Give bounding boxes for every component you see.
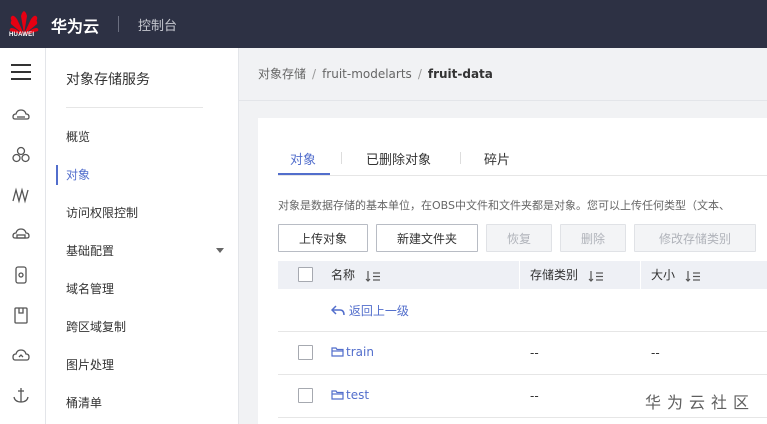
sidebar-item-access-control[interactable]: 访问权限控制 — [66, 203, 226, 223]
size-cell: -- — [651, 346, 660, 360]
column-label: 大小 — [651, 268, 676, 282]
delete-button[interactable]: 删除 — [560, 224, 626, 252]
folder-name: test — [346, 388, 370, 402]
tabs-baseline — [278, 175, 767, 176]
sidebar-item-bucket-inventory[interactable]: 桶清单 — [66, 393, 226, 413]
column-divider — [519, 261, 520, 289]
breadcrumb-item-bucket[interactable]: fruit-modelarts — [322, 67, 412, 81]
sidebar-item-basic-config[interactable]: 基础配置 — [66, 241, 226, 261]
row-divider — [278, 417, 767, 418]
tab-divider — [460, 152, 461, 164]
anchor-icon[interactable] — [11, 385, 31, 405]
breadcrumb-item-current: fruit-data — [427, 67, 493, 81]
header-divider — [118, 16, 119, 32]
column-label: 名称 — [331, 268, 356, 282]
sidebar-item-image-processing[interactable]: 图片处理 — [66, 355, 226, 375]
folder-name: train — [346, 345, 374, 359]
storage-class-cell: -- — [530, 389, 539, 403]
sort-icon[interactable] — [365, 270, 381, 282]
back-arrow-icon — [330, 305, 345, 316]
tab-objects[interactable]: 对象 — [290, 149, 316, 168]
objects-description: 对象是数据存储的基本单位，在OBS中文件和文件夹都是对象。您可以上传任何类型（文… — [278, 199, 730, 212]
active-tab-underline — [278, 173, 330, 175]
logo-text: HUAWEI — [9, 32, 35, 38]
brand-title[interactable]: 华为云 — [51, 13, 99, 37]
breadcrumb-item-obs[interactable]: 对象存储 — [258, 67, 306, 81]
tab-fragments[interactable]: 碎片 — [484, 149, 510, 168]
upload-object-button[interactable]: 上传对象 — [278, 224, 368, 252]
folder-link-test[interactable]: test — [331, 388, 369, 402]
sidebar-item-cross-region-replication[interactable]: 跨区域复制 — [66, 317, 226, 337]
breadcrumb-separator: / — [417, 67, 422, 81]
chevron-down-icon[interactable] — [216, 248, 224, 253]
column-header-name[interactable]: 名称 — [331, 261, 381, 289]
tab-divider — [341, 152, 342, 164]
database-icon[interactable] — [11, 225, 31, 245]
sort-icon[interactable] — [588, 270, 604, 282]
cluster-icon[interactable] — [11, 145, 31, 165]
breadcrumb-divider — [239, 100, 767, 101]
change-storage-class-button[interactable]: 修改存储类别 — [634, 224, 756, 252]
restore-button[interactable]: 恢复 — [486, 224, 552, 252]
back-to-parent-link[interactable]: 返回上一级 — [330, 302, 409, 319]
sort-icon[interactable] — [685, 270, 701, 282]
sidebar-item-objects[interactable]: 对象 — [66, 165, 226, 185]
mobile-icon[interactable] — [11, 305, 31, 325]
select-all-checkbox[interactable] — [298, 267, 313, 282]
column-label: 存储类别 — [530, 268, 579, 282]
watermark: 华为云社区 — [645, 393, 756, 412]
folder-link-train[interactable]: train — [331, 345, 374, 359]
row-divider — [278, 331, 767, 332]
network-icon[interactable] — [11, 185, 31, 205]
tab-deleted-objects[interactable]: 已删除对象 — [366, 149, 431, 168]
storage-device-icon[interactable] — [11, 265, 31, 285]
row-checkbox[interactable] — [298, 388, 313, 403]
row-checkbox[interactable] — [298, 345, 313, 360]
storage-class-cell: -- — [530, 346, 539, 360]
sidebar-item-overview[interactable]: 概览 — [66, 127, 226, 147]
service-title: 对象存储服务 — [66, 72, 150, 88]
row-divider — [278, 374, 767, 375]
column-divider — [640, 261, 641, 289]
column-header-size[interactable]: 大小 — [651, 261, 701, 289]
cloud-icon[interactable] — [11, 345, 31, 365]
menu-icon[interactable] — [11, 64, 31, 80]
breadcrumb: 对象存储 / fruit-modelarts / fruit-data — [258, 65, 493, 82]
sidebar-item-domain-management[interactable]: 域名管理 — [66, 279, 226, 299]
active-indicator — [56, 165, 58, 185]
cloud-server-icon[interactable] — [11, 106, 31, 126]
folder-icon — [331, 347, 344, 357]
sidebar-divider — [66, 107, 203, 108]
column-header-storage-class[interactable]: 存储类别 — [530, 261, 604, 289]
folder-icon — [331, 390, 344, 400]
console-link[interactable]: 控制台 — [138, 15, 177, 34]
top-bar: HUAWEI 华为云 控制台 — [0, 0, 767, 48]
new-folder-button[interactable]: 新建文件夹 — [376, 224, 478, 252]
sidebar: 对象存储服务 概览 对象 访问权限控制 基础配置 域名管理 跨区域复制 图片处理… — [46, 48, 239, 424]
breadcrumb-separator: / — [312, 67, 317, 81]
back-label: 返回上一级 — [348, 304, 409, 318]
table-header: 名称 存储类别 大小 — [278, 261, 767, 289]
